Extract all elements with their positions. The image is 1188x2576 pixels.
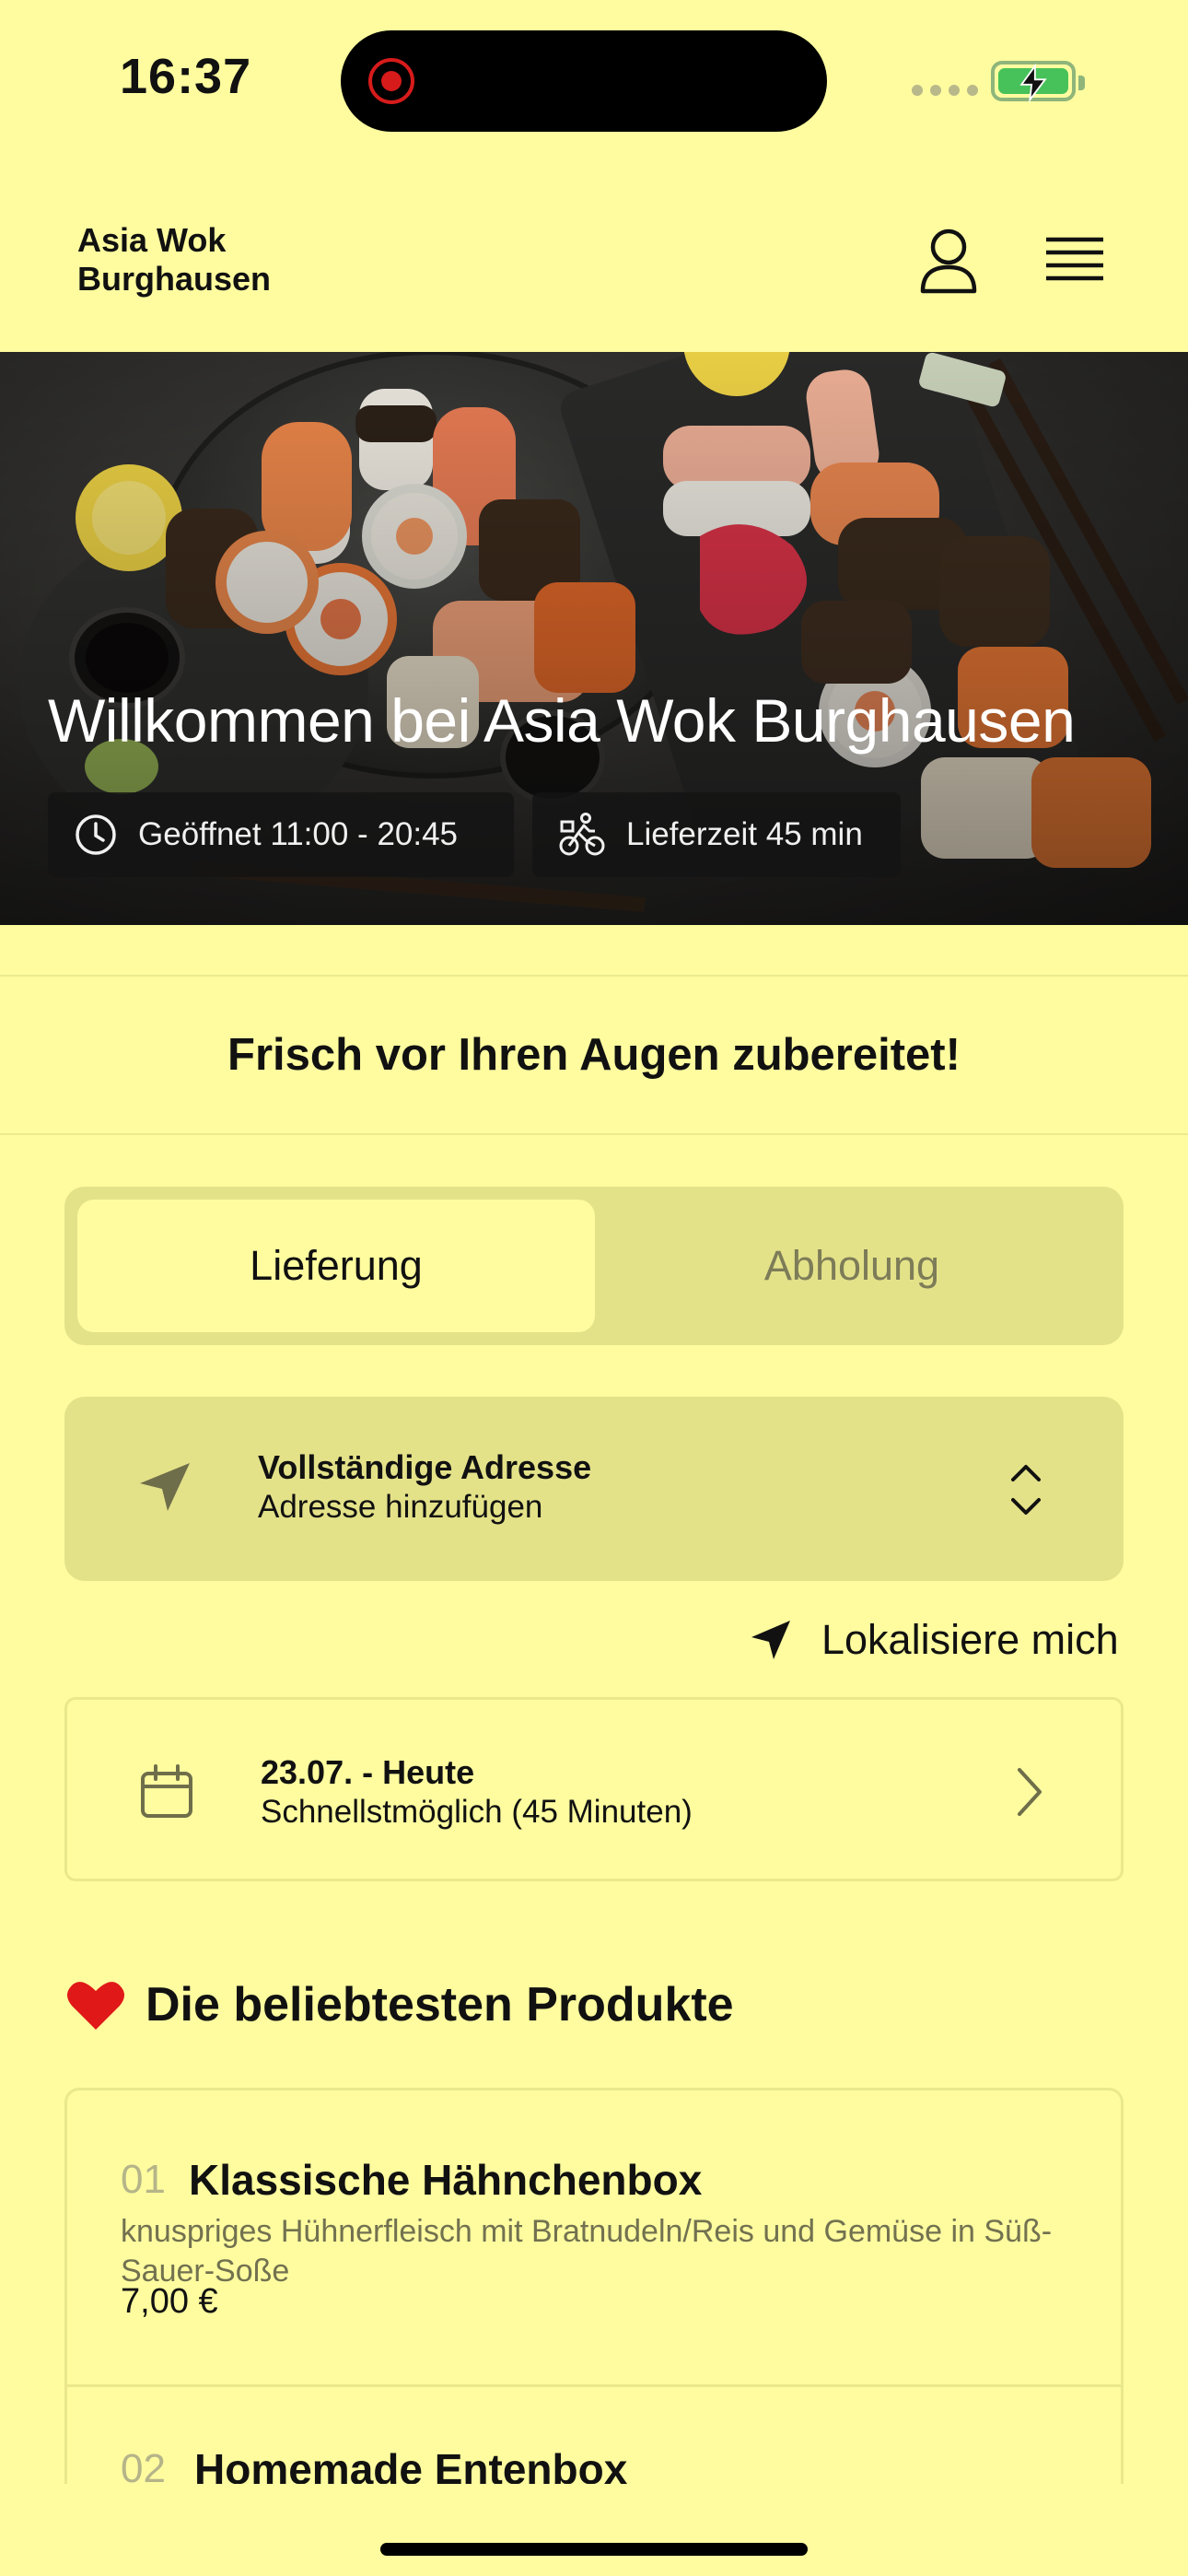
account-button[interactable] [912,223,985,297]
home-indicator[interactable] [380,2543,808,2556]
heart-icon [67,1982,124,2030]
product-number: 02 [121,2446,166,2484]
product-description: knuspriges Hühnerfleisch mit Bratnudeln/… [121,2214,1053,2289]
product-number: 01 [121,2157,166,2202]
delivery-time-selector[interactable]: 23.07. - Heute Schnellstmöglich (45 Minu… [64,1697,1124,1881]
hero-banner: Willkommen bei Asia Wok Burghausen Geöff… [0,352,1188,925]
product-price: 7,00 € [121,2282,218,2321]
schedule-date: 23.07. - Heute [261,1753,475,1791]
navigation-arrow-icon [140,1463,190,1511]
tagline-section: Frisch vor Ihren Augen zubereitet! [0,975,1188,1135]
hero-title: Willkommen bei Asia Wok Burghausen [48,686,1076,755]
cyclist-icon [559,813,605,856]
clock-icon [76,814,116,855]
product-name: Homemade Entenbox [194,2445,628,2484]
opening-hours-text: Geöffnet 11:00 - 20:45 [138,816,459,852]
opening-hours-badge: Geöffnet 11:00 - 20:45 [48,792,514,877]
product-item[interactable]: 02 Homemade Entenbox [67,2387,1121,2484]
popular-products-title: Die beliebtesten Produkte [146,1978,734,2032]
tab-delivery[interactable]: Lieferung [77,1200,595,1332]
user-icon [920,228,977,294]
location-arrow-icon [751,1621,790,1659]
product-name: Klassische Hähnchenbox [189,2156,703,2204]
status-bar: 16:37 [0,0,1188,166]
locate-me-label: Lokalisiere mich [821,1616,1119,1663]
locate-me-button[interactable]: Lokalisiere mich [748,1607,1125,1673]
hamburger-menu-icon [1046,237,1103,281]
address-title: Vollständige Adresse [258,1448,592,1486]
menu-button[interactable] [1037,223,1111,297]
status-time: 16:37 [120,49,252,104]
app-header: Asia Wok Burghausen [0,166,1188,352]
brand-name[interactable]: Asia Wok Burghausen [77,221,354,299]
popular-products-list: 01 Klassische Hähnchenbox knuspriges Hüh… [64,2088,1124,2484]
delivery-time-text: Lieferzeit 45 min [626,816,863,852]
recording-indicator-icon [368,58,414,104]
address-placeholder: Adresse hinzufügen [258,1489,543,1525]
tagline: Frisch vor Ihren Augen zubereitet! [227,1030,961,1080]
popular-products-heading: Die beliebtesten Produkte [66,1977,734,2032]
delivery-time-badge: Lieferzeit 45 min [532,792,901,877]
order-mode-toggle: Lieferung Abholung [64,1187,1124,1345]
calendar-icon [141,1764,192,1818]
chevron-right-icon [1018,1768,1042,1816]
cellular-signal-icon [912,85,978,96]
tab-pickup[interactable]: Abholung [593,1200,1111,1332]
product-item[interactable]: 01 Klassische Hähnchenbox knuspriges Hüh… [67,2090,1121,2387]
app-screen: 16:37 Asia Wok Burghausen Willkommen bei… [0,0,1188,2576]
chevron-up-down-icon [1011,1465,1041,1515]
dynamic-island [341,30,827,132]
schedule-time: Schnellstmöglich (45 Minuten) [261,1794,693,1830]
address-selector[interactable]: Vollständige Adresse Adresse hinzufügen [64,1397,1124,1581]
battery-charging-icon [991,61,1085,103]
